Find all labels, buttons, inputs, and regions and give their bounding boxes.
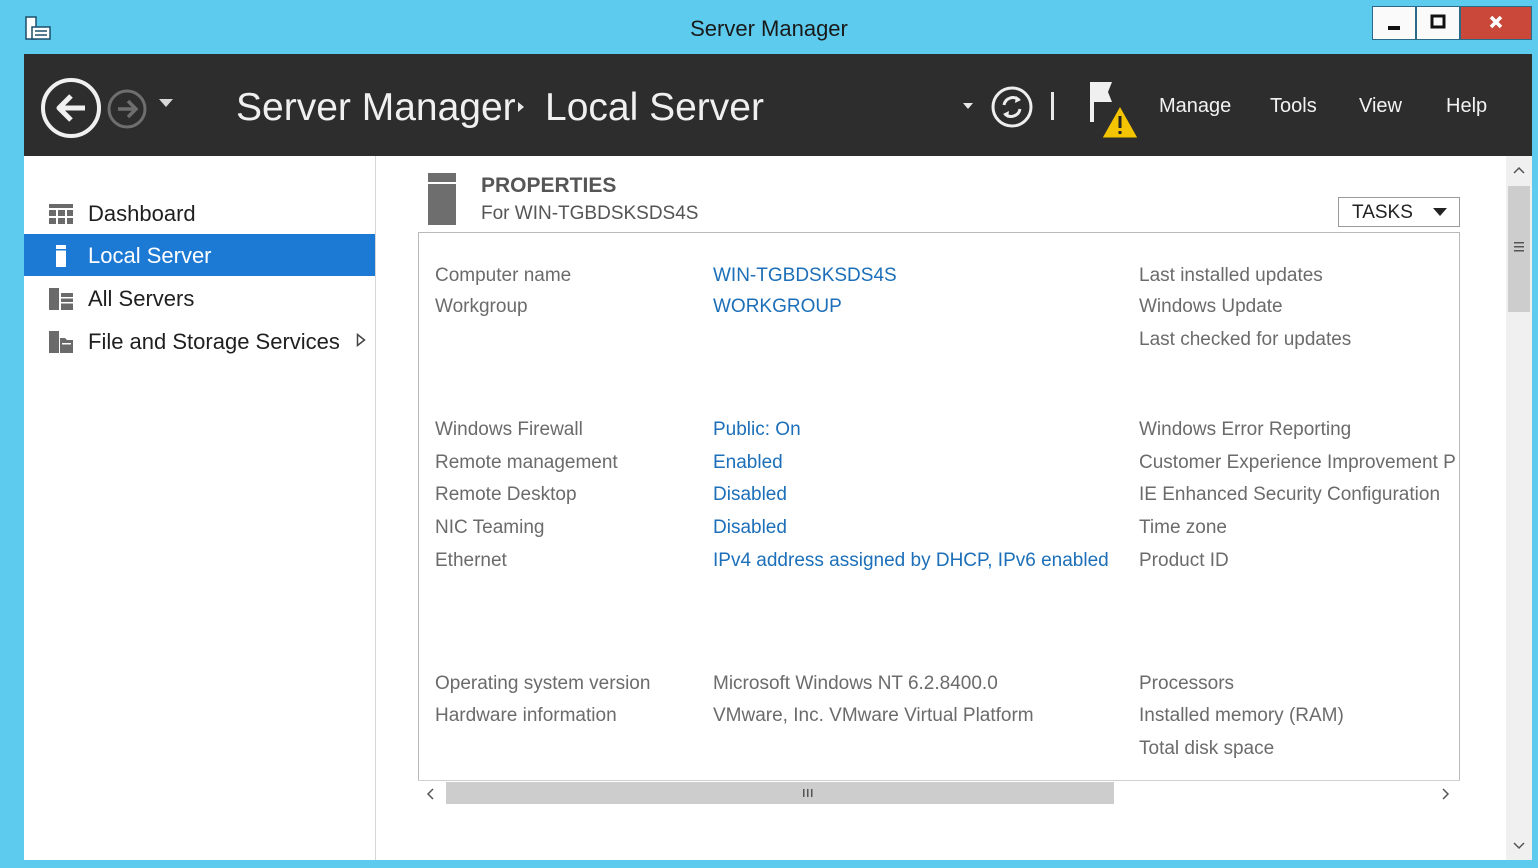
product-id-label: Product ID xyxy=(1139,550,1229,571)
total-disk-label: Total disk space xyxy=(1139,738,1275,759)
sidebar-item-label: Local Server xyxy=(88,243,212,268)
windows-update-label: Windows Update xyxy=(1139,296,1283,317)
sidebar-item-file-and-storage-services[interactable]: File and Storage Services xyxy=(24,320,375,362)
grip-icon xyxy=(803,789,813,797)
nic-teaming-label: NIC Teaming xyxy=(435,517,545,538)
ie-esc-label: IE Enhanced Security Configuration xyxy=(1139,484,1441,505)
chevron-down-icon xyxy=(1433,208,1447,216)
history-dropdown-icon[interactable] xyxy=(158,98,174,108)
header-divider xyxy=(1051,92,1054,120)
time-zone-label: Time zone xyxy=(1139,517,1227,538)
local-server-icon xyxy=(56,245,66,267)
computer-name-link[interactable]: WIN-TGBDSKSDS4S xyxy=(713,265,897,287)
horizontal-scroll-thumb[interactable] xyxy=(446,782,1114,804)
os-version-value: Microsoft Windows NT 6.2.8400.0 xyxy=(713,673,998,694)
workgroup-link[interactable]: WORKGROUP xyxy=(713,296,842,318)
error-reporting-label: Windows Error Reporting xyxy=(1139,419,1352,440)
refresh-icon[interactable] xyxy=(990,85,1034,129)
properties-panel: Computer name WIN-TGBDSKSDS4S Workgroup … xyxy=(418,232,1460,806)
refresh-dropdown-icon[interactable] xyxy=(962,102,974,110)
minimize-button[interactable] xyxy=(1372,6,1416,40)
remote-desktop-label: Remote Desktop xyxy=(435,484,577,505)
all-servers-icon xyxy=(49,288,73,310)
menu-manage[interactable]: Manage xyxy=(1159,95,1231,118)
sidebar-item-all-servers[interactable]: All Servers xyxy=(24,277,375,319)
sidebar-item-label: All Servers xyxy=(88,286,195,311)
sidebar-item-dashboard[interactable]: Dashboard xyxy=(24,192,375,234)
ethernet-link[interactable]: IPv4 address assigned by DHCP, IPv6 enab… xyxy=(713,550,1109,572)
nic-teaming-link[interactable]: Disabled xyxy=(713,517,787,539)
breadcrumb-current: Local Server xyxy=(545,86,764,129)
grip-icon xyxy=(1514,242,1524,252)
breadcrumb-root[interactable]: Server Manager xyxy=(236,86,516,130)
menu-view[interactable]: View xyxy=(1359,95,1402,118)
minimize-icon xyxy=(1388,26,1400,30)
last-installed-updates-label: Last installed updates xyxy=(1139,265,1323,286)
hardware-info-value: VMware, Inc. VMware Virtual Platform xyxy=(713,705,1034,726)
notifications-flag-icon[interactable] xyxy=(1084,78,1140,142)
tasks-dropdown-button[interactable]: TASKS xyxy=(1338,197,1460,227)
last-checked-label: Last checked for updates xyxy=(1139,329,1352,350)
close-icon xyxy=(1489,15,1503,29)
processors-label: Processors xyxy=(1139,673,1235,694)
tasks-label: TASKS xyxy=(1352,202,1413,223)
properties-server-icon xyxy=(428,173,456,225)
vertical-scroll-thumb[interactable] xyxy=(1508,186,1530,312)
horizontal-scrollbar[interactable] xyxy=(418,780,1460,806)
maximize-icon xyxy=(1430,14,1446,29)
properties-title: PROPERTIES xyxy=(481,174,617,197)
sidebar-item-label: Dashboard xyxy=(88,201,196,226)
scroll-left-icon[interactable] xyxy=(420,783,442,805)
windows-firewall-link[interactable]: Public: On xyxy=(713,419,801,441)
workgroup-label: Workgroup xyxy=(435,296,528,317)
installed-memory-label: Installed memory (RAM) xyxy=(1139,705,1344,726)
properties-subtitle: For WIN-TGBDSKSDS4S xyxy=(481,203,699,224)
window-title: Server Manager xyxy=(690,16,848,41)
scroll-right-icon[interactable] xyxy=(1434,783,1456,805)
menu-help[interactable]: Help xyxy=(1446,95,1487,118)
sidebar-item-label: File and Storage Services xyxy=(88,329,340,354)
sidebar-item-local-server[interactable]: Local Server xyxy=(24,234,375,276)
file-storage-icon xyxy=(49,331,73,353)
hardware-info-label: Hardware information xyxy=(435,705,617,726)
remote-management-label: Remote management xyxy=(435,452,618,473)
ethernet-label: Ethernet xyxy=(435,550,507,571)
scroll-up-icon[interactable] xyxy=(1508,160,1530,182)
menu-tools[interactable]: Tools xyxy=(1270,95,1317,118)
forward-arrow-icon[interactable] xyxy=(106,88,148,130)
remote-management-link[interactable]: Enabled xyxy=(713,452,783,474)
maximize-button[interactable] xyxy=(1416,6,1460,40)
computer-name-label: Computer name xyxy=(435,265,572,286)
dashboard-icon xyxy=(49,204,73,224)
ceip-label: Customer Experience Improvement P xyxy=(1139,452,1456,473)
os-version-label: Operating system version xyxy=(435,673,651,694)
back-arrow-icon[interactable] xyxy=(40,77,102,139)
scroll-down-icon[interactable] xyxy=(1508,834,1530,856)
close-button[interactable] xyxy=(1460,6,1532,40)
breadcrumb-separator-icon xyxy=(518,102,524,112)
remote-desktop-link[interactable]: Disabled xyxy=(713,484,787,506)
expand-arrow-icon[interactable] xyxy=(356,333,366,347)
windows-firewall-label: Windows Firewall xyxy=(435,419,583,440)
